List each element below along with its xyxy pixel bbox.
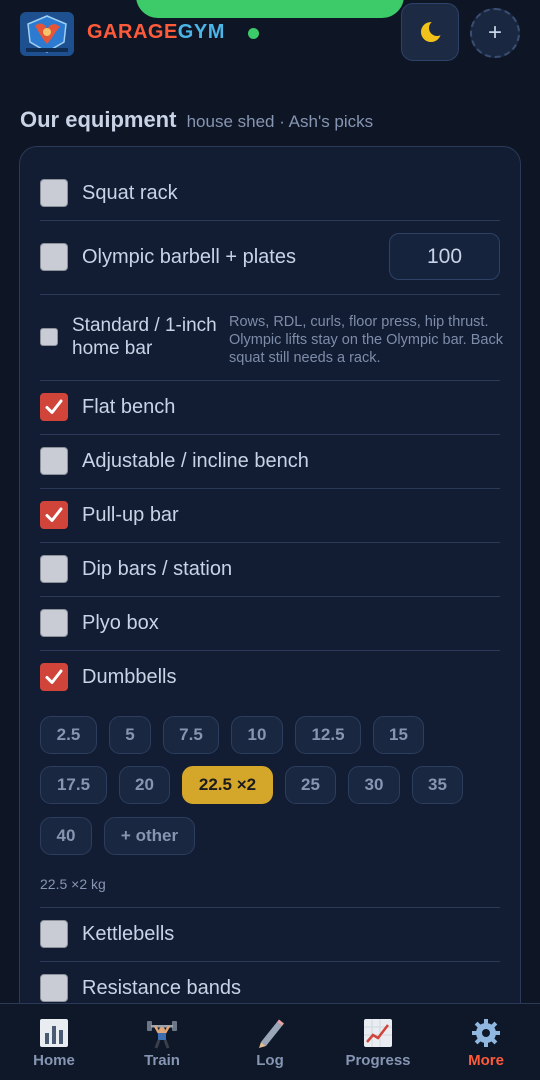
weight-chip-15[interactable]: 15 <box>373 716 424 754</box>
theme-toggle-button[interactable] <box>401 3 459 61</box>
standard-bar-checkbox[interactable] <box>40 328 58 346</box>
nav-label: More <box>468 1052 504 1069</box>
equipment-label: Dumbbells <box>82 665 177 688</box>
weight-chip-10[interactable]: 10 <box>231 716 283 754</box>
olympic-plates-weight-input[interactable] <box>389 233 500 280</box>
checkmark-icon <box>45 399 63 414</box>
weight-chip-12-5[interactable]: 12.5 <box>295 716 361 754</box>
equipment-label: Flat bench <box>82 395 176 418</box>
equipment-label: Pull-up bar <box>82 503 179 526</box>
equipment-label: Resistance bands <box>82 976 241 999</box>
brand-gym: GYM <box>177 21 225 43</box>
equipment-item-squat-rack[interactable]: Squat rack <box>40 179 500 207</box>
squat-rack-checkbox[interactable] <box>40 179 68 207</box>
equipment-item-plyo-box[interactable]: Plyo box <box>40 609 500 637</box>
pencil-icon <box>259 1019 284 1048</box>
divider <box>40 488 500 489</box>
selected-weights-summary: 22.5 ×2 kg <box>40 876 106 892</box>
checkmark-icon <box>45 507 63 522</box>
nav-label: Train <box>144 1052 180 1069</box>
weight-chip-17-5[interactable]: 17.5 <box>40 766 107 804</box>
bar-chart-icon <box>40 1019 68 1047</box>
kettlebells-checkbox[interactable] <box>40 920 68 948</box>
equipment-item-dumbbells[interactable]: Dumbbells <box>40 663 500 691</box>
equipment-label: Kettlebells <box>82 922 175 945</box>
nav-item-home[interactable]: Home <box>4 1016 104 1069</box>
resistance-bands-checkbox[interactable] <box>40 974 68 1002</box>
equipment-label: Plyo box <box>82 611 159 634</box>
equipment-item-pullup-bar[interactable]: Pull-up bar <box>40 501 500 529</box>
section-header: Our equipment house shed · Ash's picks <box>20 107 373 133</box>
divider <box>40 961 500 962</box>
page-title: Our equipment <box>20 107 177 132</box>
weight-chip-30[interactable]: 30 <box>348 766 400 804</box>
nav-label: Log <box>256 1052 284 1069</box>
divider <box>40 220 500 221</box>
weight-chip-22-5-selected[interactable]: 22.5 ×2 <box>182 766 273 804</box>
equipment-label: Olympic barbell + plates <box>82 245 296 268</box>
divider <box>40 380 500 381</box>
adjustable-bench-checkbox[interactable] <box>40 447 68 475</box>
logo-icon <box>20 12 74 56</box>
equipment-item-adjustable-bench[interactable]: Adjustable / incline bench <box>40 447 500 475</box>
nav-label: Home <box>33 1052 75 1069</box>
app-logo <box>20 12 74 56</box>
bottom-nav: Home Train Log Progress More <box>0 1003 540 1080</box>
equipment-item-flat-bench[interactable]: Flat bench <box>40 393 500 421</box>
divider <box>40 650 500 651</box>
brand-title: GARAGEGYM <box>87 21 225 44</box>
nav-item-train[interactable]: Train <box>112 1016 212 1069</box>
divider <box>40 294 500 295</box>
page-subtitle: house shed · Ash's picks <box>186 112 374 131</box>
nav-label: Progress <box>345 1052 411 1069</box>
online-status-dot <box>248 28 259 39</box>
equipment-item-resistance-bands[interactable]: Resistance bands <box>40 974 500 1002</box>
equipment-label: Squat rack <box>82 181 178 204</box>
add-button[interactable]: + <box>470 8 520 58</box>
trending-up-icon <box>364 1019 392 1047</box>
weight-chip-40[interactable]: 40 <box>40 817 92 855</box>
equipment-item-kettlebells[interactable]: Kettlebells <box>40 920 500 948</box>
equipment-item-dip-bars[interactable]: Dip bars / station <box>40 555 500 583</box>
weight-chip-25[interactable]: 25 <box>285 766 336 804</box>
brand-garage: GARAGE <box>87 21 178 43</box>
weightlifter-icon <box>147 1021 177 1049</box>
weight-chip-7-5[interactable]: 7.5 <box>163 716 219 754</box>
equipment-label: Adjustable / incline bench <box>82 449 309 472</box>
pullup-bar-checkbox[interactable] <box>40 501 68 529</box>
weight-chip-5[interactable]: 5 <box>109 716 151 754</box>
divider <box>40 907 500 908</box>
equipment-label: Dip bars / station <box>82 557 233 580</box>
divider <box>40 542 500 543</box>
dip-bars-checkbox[interactable] <box>40 555 68 583</box>
nav-item-progress[interactable]: Progress <box>328 1016 428 1069</box>
weight-chip-20[interactable]: 20 <box>119 766 170 804</box>
gear-icon <box>472 1019 500 1047</box>
add-other-weight-chip[interactable]: + other <box>104 817 195 855</box>
equipment-label-standard-bar: Standard / 1-inch home bar <box>72 315 217 359</box>
moon-icon <box>421 20 445 42</box>
divider <box>40 434 500 435</box>
dumbbells-checkbox[interactable] <box>40 663 68 691</box>
divider <box>40 596 500 597</box>
weight-chip-2-5[interactable]: 2.5 <box>40 716 97 754</box>
standard-bar-note: Rows, RDL, curls, floor press, hip thrus… <box>229 314 503 366</box>
flat-bench-checkbox[interactable] <box>40 393 68 421</box>
weight-chip-35[interactable]: 35 <box>412 766 463 804</box>
plyo-box-checkbox[interactable] <box>40 609 68 637</box>
checkmark-icon <box>45 669 63 684</box>
nav-item-more[interactable]: More <box>436 1016 536 1069</box>
nav-item-log[interactable]: Log <box>220 1016 320 1069</box>
olympic-barbell-checkbox[interactable] <box>40 243 68 271</box>
top-status-pill <box>136 0 404 18</box>
